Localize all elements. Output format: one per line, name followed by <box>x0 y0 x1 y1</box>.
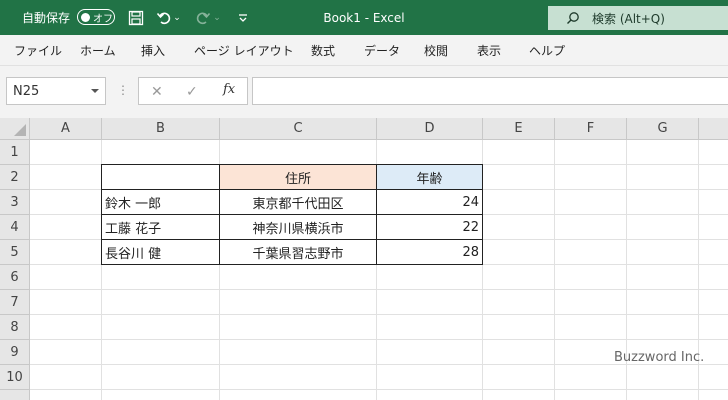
worksheet-grid[interactable]: A B C D E F G 1 2 3 4 5 6 7 8 9 10 住所 年齢… <box>0 118 728 400</box>
row-header-7[interactable]: 7 <box>0 290 30 315</box>
cell-b2[interactable] <box>101 164 220 190</box>
column-header-e[interactable]: E <box>483 118 555 140</box>
tab-page-layout[interactable]: ページ レイアウト <box>194 35 294 65</box>
row-header-11[interactable] <box>0 390 30 400</box>
gridline <box>30 339 728 340</box>
save-icon[interactable] <box>127 9 145 27</box>
watermark: Buzzword Inc. <box>614 350 705 365</box>
gridline <box>30 314 728 315</box>
address-cell[interactable]: 千葉県習志野市 <box>219 239 377 265</box>
gridline <box>554 140 555 400</box>
enter-icon[interactable]: ✓ <box>186 84 198 100</box>
autosave-state: オフ <box>93 13 113 25</box>
autosave-toggle[interactable]: オフ <box>77 9 115 25</box>
select-all-triangle-icon <box>14 124 26 136</box>
cancel-icon[interactable]: ✕ <box>151 84 163 100</box>
customize-toolbar-icon[interactable] <box>234 9 252 27</box>
row-header-5[interactable]: 5 <box>0 240 30 265</box>
name-box-value: N25 <box>13 83 40 99</box>
column-header-a[interactable]: A <box>30 118 102 140</box>
formula-actions: ✕ ✓ fx <box>138 77 248 105</box>
search-placeholder: 検索 (Alt+Q) <box>592 11 665 26</box>
row-header-6[interactable]: 6 <box>0 265 30 290</box>
column-header-h[interactable] <box>699 118 728 140</box>
formula-bar: N25 ⋮ ✕ ✓ fx <box>0 66 728 119</box>
column-header-g[interactable]: G <box>627 118 699 140</box>
row-header-10[interactable]: 10 <box>0 365 30 390</box>
autosave-label: 自動保存 <box>22 11 71 25</box>
title-bar: 自動保存 オフ ⌄ ⌄ Book1 - Excel 検索 (Alt+Q) <box>0 0 728 35</box>
formula-bar-grip-icon[interactable]: ⋮ <box>117 83 129 97</box>
age-cell[interactable]: 28 <box>376 239 483 265</box>
tab-formulas[interactable]: 数式 <box>311 35 335 65</box>
undo-dropdown-icon[interactable]: ⌄ <box>172 9 182 27</box>
ribbon-tabs: ファイル ホーム 挿入 ページ レイアウト 数式 データ 校閲 表示 ヘルプ <box>0 35 728 66</box>
formula-input[interactable] <box>252 77 728 105</box>
insert-function-icon[interactable]: fx <box>223 82 235 97</box>
age-cell[interactable]: 24 <box>376 189 483 215</box>
row-header-1[interactable]: 1 <box>0 140 30 165</box>
name-cell[interactable]: 工藤 花子 <box>101 214 220 240</box>
name-box-dropdown-icon[interactable] <box>91 89 99 93</box>
name-cell[interactable]: 鈴木 一郎 <box>101 189 220 215</box>
column-header-d[interactable]: D <box>377 118 483 140</box>
undo-icon[interactable] <box>155 9 173 27</box>
tab-insert[interactable]: 挿入 <box>141 35 165 65</box>
select-all-button[interactable] <box>0 118 30 140</box>
row-header-4[interactable]: 4 <box>0 215 30 240</box>
header-cell-age[interactable]: 年齢 <box>376 164 483 190</box>
tab-data[interactable]: データ <box>364 35 400 65</box>
search-box[interactable]: 検索 (Alt+Q) <box>548 6 728 30</box>
row-header-9[interactable]: 9 <box>0 340 30 365</box>
gridline <box>30 289 728 290</box>
tab-review[interactable]: 校閲 <box>424 35 448 65</box>
column-header-b[interactable]: B <box>102 118 220 140</box>
address-cell[interactable]: 東京都千代田区 <box>219 189 377 215</box>
gridline <box>30 389 728 390</box>
age-cell[interactable]: 22 <box>376 214 483 240</box>
name-cell[interactable]: 長谷川 健 <box>101 239 220 265</box>
header-cell-address[interactable]: 住所 <box>219 164 377 190</box>
address-cell[interactable]: 神奈川県横浜市 <box>219 214 377 240</box>
tab-file[interactable]: ファイル <box>14 35 62 65</box>
column-header-c[interactable]: C <box>220 118 377 140</box>
row-header-2[interactable]: 2 <box>0 165 30 190</box>
row-header-8[interactable]: 8 <box>0 315 30 340</box>
row-header-3[interactable]: 3 <box>0 190 30 215</box>
column-header-f[interactable]: F <box>555 118 627 140</box>
search-icon <box>567 12 579 24</box>
redo-dropdown-icon[interactable]: ⌄ <box>212 9 222 27</box>
tab-view[interactable]: 表示 <box>477 35 501 65</box>
toggle-knob <box>81 12 90 22</box>
redo-icon[interactable] <box>194 9 212 27</box>
tab-home[interactable]: ホーム <box>80 35 116 65</box>
name-box[interactable]: N25 <box>6 77 106 105</box>
tab-help[interactable]: ヘルプ <box>529 35 565 65</box>
